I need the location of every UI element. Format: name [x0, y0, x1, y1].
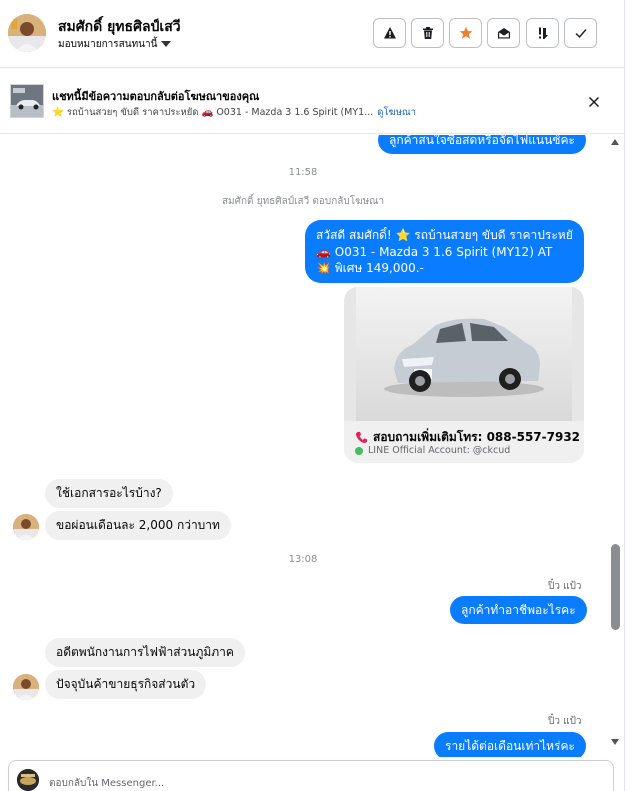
assign-label: มอบหมายการสนทนานี้ — [58, 39, 158, 50]
page-logo-image — [17, 769, 39, 791]
ad-image-card[interactable]: สอบถามเพิ่มเติมโทร: 088-557-7932 LINE Of… — [344, 287, 584, 463]
reply-composer[interactable]: ตอบกลับใน Messenger... — [8, 760, 614, 791]
chat-scrollbar[interactable] — [606, 134, 624, 757]
warning-icon — [383, 27, 396, 39]
mark-done-button[interactable] — [564, 18, 597, 48]
contact-avatar[interactable] — [8, 14, 46, 52]
reply-input[interactable]: ตอบกลับใน Messenger... — [49, 776, 164, 791]
ad-banner-subtitle: ⭐ รถบ้านสวยๆ ขับดี ราคาประหยัด 🚗 O031 - … — [52, 107, 374, 118]
line-status-icon — [355, 446, 363, 455]
conversation-header: สมศักดิ์ ยุทธศิลป์เสวี มอบหมายการสนทนานี… — [0, 0, 624, 68]
avatar-photo — [13, 674, 39, 700]
message-text: ใช้เอกสารอะไรบ้าง? — [56, 486, 162, 500]
message-text: รายได้ต่อเดือนเท่าไหร่คะ — [445, 738, 575, 753]
ad-reply-note: สมศักดิ์ ยุทธศิลป์เสวี ตอบกลับโฆษณา — [221, 196, 385, 207]
outgoing-message: ลูกค้าสนใจซื้อสดหรือจัดไฟแนนซ์คะ — [378, 135, 586, 154]
car-thumbnail-image — [11, 85, 43, 117]
star-button[interactable] — [449, 18, 482, 48]
sender-name: ปิ๋ว แป้ว — [548, 716, 582, 727]
incoming-message: ปัจจุบันค้าขายธุรกิจส่วนตัว — [45, 670, 207, 699]
report-spam-button[interactable] — [373, 18, 406, 48]
promo-line-1: สวัสดี สมศักดิ์! ⭐ รถบ้านสวยๆ ขับดี ราคา… — [316, 228, 573, 242]
scrollbar-thumb[interactable] — [611, 544, 620, 630]
ad-banner-title: แชทนี้มีข้อความตอบกลับต่อโฆษณาของคุณ — [52, 90, 260, 103]
avatar-photo — [8, 14, 46, 52]
timestamp: 13:08 — [288, 554, 318, 565]
close-banner-button[interactable] — [586, 94, 602, 110]
incoming-message: ใช้เอกสารอะไรบ้าง? — [45, 479, 173, 508]
message-text: ขอผ่อนเดือนละ 2,000 กว่าบาท — [56, 518, 220, 532]
ad-banner-subtitle-row: ⭐ รถบ้านสวยๆ ขับดี ราคาประหยัด 🚗 O031 - … — [52, 105, 416, 120]
ad-promo-message: สวัสดี สมศักดิ์! ⭐ รถบ้านสวยๆ ขับดี ราคา… — [305, 220, 584, 283]
view-ad-link[interactable]: ดูโฆษณา — [377, 105, 416, 120]
mark-followup-button[interactable] — [526, 18, 559, 48]
ad-thumbnail[interactable] — [10, 84, 44, 118]
ad-reply-banner: แชทนี้มีข้อความตอบกลับต่อโฆษณาของคุณ ⭐ ร… — [0, 69, 624, 134]
incoming-message: ขอผ่อนเดือนละ 2,000 กว่าบาท — [45, 511, 231, 540]
contact-avatar-small[interactable] — [13, 674, 39, 700]
composer-area: ตอบกลับใน Messenger... — [0, 757, 624, 791]
check-icon — [575, 29, 587, 39]
message-text: อดีตพนักงานการไฟฟ้าส่วนภูมิภาค — [56, 645, 234, 659]
star-icon — [459, 26, 472, 39]
card-line-row: LINE Official Account: @ckcud — [355, 445, 510, 456]
panel-edge — [624, 0, 634, 791]
car-photo — [344, 287, 584, 421]
mark-unread-button[interactable] — [487, 18, 520, 48]
scroll-up-arrow-icon[interactable] — [611, 139, 619, 145]
page-avatar — [17, 769, 39, 791]
caret-down-icon — [161, 40, 172, 47]
phone-icon — [355, 431, 368, 444]
sender-name: ปิ๋ว แป้ว — [548, 581, 582, 592]
contact-avatar-small[interactable] — [13, 514, 39, 540]
timestamp: 11:58 — [288, 167, 318, 178]
outgoing-message: ลูกค้าทำอาชีพอะไรคะ — [450, 596, 587, 624]
scroll-down-arrow-icon[interactable] — [611, 739, 619, 745]
delete-button[interactable] — [411, 18, 444, 48]
assign-conversation-dropdown[interactable]: มอบหมายการสนทนานี้ — [58, 37, 172, 52]
message-text: ลูกค้าสนใจซื้อสดหรือจัดไฟแนนซ์คะ — [389, 135, 575, 147]
trash-icon — [422, 27, 433, 39]
message-text: ลูกค้าทำอาชีพอะไรคะ — [461, 602, 576, 617]
envelope-open-icon — [497, 28, 510, 39]
outgoing-message: รายได้ต่อเดือนเท่าไหร่คะ — [434, 732, 586, 757]
promo-line-2: 🚗 O031 - Mazda 3 1.6 Spirit (MY12) AT — [316, 244, 553, 259]
important-icon — [538, 27, 548, 39]
avatar-photo — [13, 514, 39, 540]
contact-name: สมศักดิ์ ยุทธศิลป์เสวี — [58, 19, 181, 35]
promo-line-3: 💥 พิเศษ 149,000.- — [316, 261, 424, 275]
card-line-text: LINE Official Account: @ckcud — [368, 445, 511, 456]
incoming-message: อดีตพนักงานการไฟฟ้าส่วนภูมิภาค — [45, 638, 245, 667]
close-icon — [588, 96, 600, 108]
message-thread[interactable]: ลูกค้าสนใจซื้อสดหรือจัดไฟแนนซ์คะ 11:58 ส… — [0, 135, 606, 757]
message-text: ปัจจุบันค้าขายธุรกิจส่วนตัว — [56, 677, 196, 691]
